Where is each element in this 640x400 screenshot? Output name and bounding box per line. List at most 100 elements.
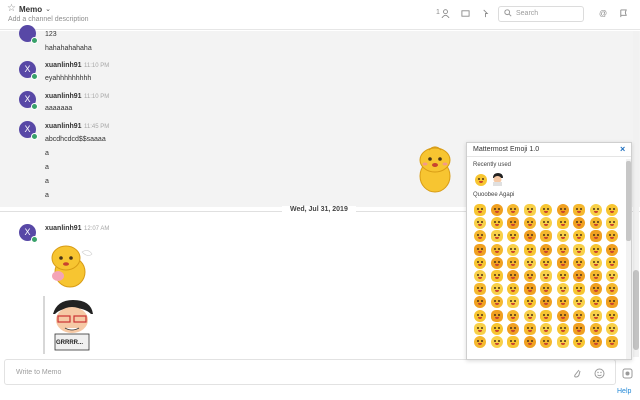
emoji-sticker-button[interactable]	[474, 230, 486, 243]
emoji-sticker-button[interactable]	[474, 204, 486, 216]
emoji-sticker-button[interactable]	[540, 217, 552, 230]
emoji-sticker-button[interactable]	[490, 322, 503, 335]
emoji-sticker-button[interactable]	[474, 217, 486, 230]
avatar[interactable]: X	[19, 121, 38, 140]
emoji-sticker-button[interactable]	[507, 270, 519, 282]
emoji-sticker-button[interactable]	[507, 322, 519, 335]
emoji-sticker-button[interactable]	[606, 217, 618, 230]
emoji-sticker-button[interactable]	[474, 309, 486, 322]
saved-icon[interactable]	[619, 9, 628, 21]
member-icon[interactable]	[441, 9, 450, 21]
emoji-sticker-button[interactable]	[556, 322, 569, 335]
star-icon[interactable]: ☆	[7, 4, 16, 14]
emoji-sticker-button[interactable]	[491, 173, 503, 186]
attachment-icon[interactable]	[572, 366, 582, 384]
emoji-sticker-button[interactable]	[474, 336, 486, 348]
post-timestamp[interactable]: 11:10 PM	[84, 63, 109, 69]
emoji-sticker-button[interactable]	[507, 230, 519, 243]
emoji-sticker-button[interactable]	[573, 336, 585, 348]
emoji-sticker-button[interactable]	[474, 270, 486, 282]
emoji-sticker-button[interactable]	[556, 296, 569, 309]
emoji-sticker-button[interactable]	[507, 204, 519, 216]
emoji-sticker-button[interactable]	[523, 322, 536, 335]
post-timestamp[interactable]: 11:45 PM	[84, 124, 109, 130]
member-count[interactable]: 1	[436, 9, 440, 16]
emoji-sticker-button[interactable]	[523, 256, 536, 269]
emoji-sticker-button[interactable]	[475, 174, 487, 186]
emoji-sticker-button[interactable]	[523, 309, 536, 322]
emoji-sticker-button[interactable]	[540, 309, 552, 322]
emoji-sticker-button[interactable]	[606, 256, 618, 269]
post-username[interactable]: xuanlinh91	[45, 93, 82, 100]
sticker-image[interactable]: GRRRR...	[43, 296, 99, 354]
emoji-sticker-button[interactable]	[556, 204, 569, 216]
message-composer[interactable]: Write to Memo	[4, 359, 616, 385]
emoji-sticker-button[interactable]	[606, 336, 618, 348]
emoji-sticker-button[interactable]	[556, 217, 569, 230]
emoji-sticker-button[interactable]	[507, 243, 519, 256]
scrollbar-thumb[interactable]	[633, 270, 639, 350]
emoji-sticker-button[interactable]	[589, 204, 602, 216]
chevron-down-icon[interactable]: ⌄	[45, 5, 51, 13]
emoji-sticker-button[interactable]	[474, 243, 486, 256]
emoji-sticker-button[interactable]	[540, 270, 552, 282]
emoji-panel-scroll-thumb[interactable]	[626, 161, 631, 241]
flag-icon[interactable]	[481, 9, 490, 21]
emoji-sticker-button[interactable]	[556, 309, 569, 322]
emoji-sticker-button[interactable]	[589, 322, 602, 335]
channel-name[interactable]: Memo	[19, 5, 42, 14]
channel-description[interactable]: Add a channel description	[8, 16, 89, 23]
emoji-sticker-button[interactable]	[490, 270, 503, 282]
emoji-sticker-button[interactable]	[556, 243, 569, 256]
emoji-sticker-button[interactable]	[540, 230, 552, 243]
post-timestamp[interactable]: 11:10 PM	[84, 94, 109, 100]
emoji-sticker-button[interactable]	[540, 243, 552, 256]
close-icon[interactable]: ×	[620, 144, 625, 154]
emoji-sticker-button[interactable]	[556, 270, 569, 282]
emoji-sticker-button[interactable]	[606, 322, 618, 335]
emoji-sticker-button[interactable]	[474, 296, 486, 309]
post-timestamp[interactable]: 12:07 AM	[84, 226, 109, 232]
help-link[interactable]: Help	[617, 388, 631, 395]
emoji-sticker-button[interactable]	[490, 296, 503, 309]
pinned-icon[interactable]	[461, 9, 470, 21]
emoji-sticker-button[interactable]	[507, 256, 519, 269]
post-username[interactable]: xuanlinh91	[45, 225, 82, 232]
emoji-sticker-button[interactable]	[589, 270, 602, 282]
emoji-sticker-button[interactable]	[490, 283, 503, 296]
emoji-sticker-button[interactable]	[573, 243, 585, 256]
channel-title-row[interactable]: ☆ Memo ⌄	[7, 4, 51, 14]
emoji-sticker-button[interactable]	[507, 283, 519, 296]
emoji-sticker-button[interactable]	[573, 204, 585, 216]
emoji-sticker-button[interactable]	[573, 217, 585, 230]
sticker-image[interactable]	[44, 240, 96, 292]
emoji-sticker-button[interactable]	[523, 217, 536, 230]
emoji-sticker-button[interactable]	[606, 309, 618, 322]
emoji-sticker-button[interactable]	[606, 283, 618, 296]
search-input[interactable]: Search	[498, 6, 584, 22]
emoji-sticker-button[interactable]	[606, 230, 618, 243]
emoji-sticker-button[interactable]	[523, 283, 536, 296]
emoji-sticker-button[interactable]	[507, 296, 519, 309]
avatar[interactable]: X	[19, 91, 38, 110]
avatar[interactable]	[19, 25, 38, 44]
emoji-sticker-button[interactable]	[490, 204, 503, 216]
emoji-sticker-button[interactable]	[523, 336, 536, 348]
emoji-sticker-button[interactable]	[523, 243, 536, 256]
emoji-sticker-button[interactable]	[523, 296, 536, 309]
emoji-sticker-button[interactable]	[540, 204, 552, 216]
post-username[interactable]: xuanlinh91	[45, 123, 82, 130]
emoji-sticker-button[interactable]	[540, 336, 552, 348]
emoji-sticker-button[interactable]	[490, 336, 503, 348]
emoji-sticker-button[interactable]	[573, 256, 585, 269]
emoji-sticker-button[interactable]	[589, 296, 602, 309]
emoji-sticker-button[interactable]	[523, 230, 536, 243]
emoji-sticker-button[interactable]	[589, 309, 602, 322]
emoji-sticker-button[interactable]	[507, 336, 519, 348]
emoji-sticker-button[interactable]	[490, 217, 503, 230]
emoji-sticker-button[interactable]	[490, 230, 503, 243]
emoji-sticker-button[interactable]	[490, 243, 503, 256]
emoji-sticker-button[interactable]	[589, 336, 602, 348]
emoji-sticker-button[interactable]	[589, 243, 602, 256]
emoji-sticker-button[interactable]	[589, 283, 602, 296]
